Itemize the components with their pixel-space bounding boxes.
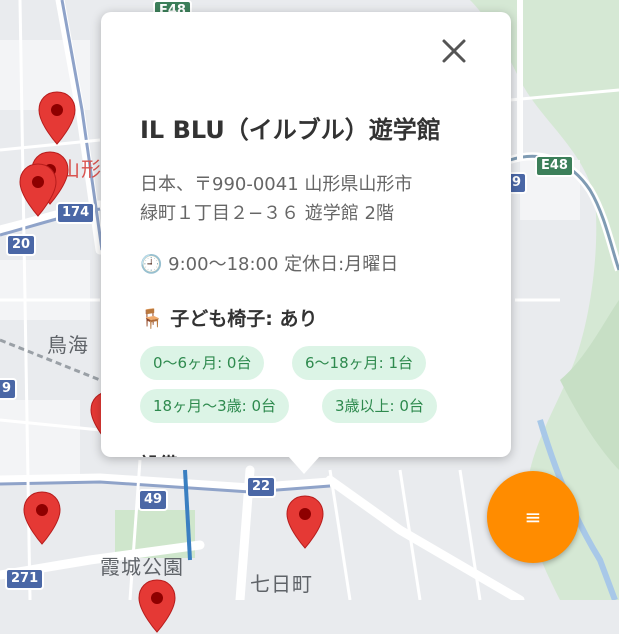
info-popup: IL BLU（イルブル）遊学館 日本、〒990-0041 山形県山形市 緑町１丁… [101, 12, 511, 457]
map-pin[interactable] [137, 578, 177, 634]
chair-chip-18m-3y: 18ヶ月〜3歳: 0台 [140, 389, 289, 423]
map-pin-selected[interactable] [285, 494, 325, 550]
chair-chip-3y-plus: 3歳以上: 0台 [322, 389, 437, 423]
clock-icon: 🕘 [140, 254, 163, 275]
menu-fab-button[interactable]: ≡ [487, 471, 579, 563]
close-icon[interactable] [437, 34, 471, 68]
road-badge-e48-right: E48 [535, 155, 574, 177]
menu-icon: ≡ [524, 505, 542, 529]
road-badge-22: 22 [246, 476, 277, 498]
map-pin[interactable] [18, 162, 58, 218]
place-title: IL BLU（イルブル）遊学館 [140, 116, 441, 144]
chair-chip-6-18m: 6〜18ヶ月: 1台 [292, 346, 426, 380]
map-pin[interactable] [22, 490, 62, 546]
road-badge-271: 271 [5, 568, 45, 590]
child-chair-label: 子ども椅子: あり [170, 308, 318, 330]
facilities-heading-cut: 設備 [140, 450, 178, 457]
popup-pointer [288, 456, 320, 474]
map-label-kajo-park: 霞城公園 [100, 555, 184, 579]
map-pin[interactable] [37, 90, 77, 146]
chair-chip-0-6m: 0〜6ヶ月: 0台 [140, 346, 265, 380]
hours-text: 9:00〜18:00 定休日:月曜日 [168, 254, 399, 275]
map-label-chokai: 鳥海 [47, 333, 89, 357]
opening-hours: 🕘 9:00〜18:00 定休日:月曜日 [140, 250, 398, 276]
address-line-2: 緑町１丁目２−３６ 遊学館 2階 [140, 203, 394, 224]
child-chair-heading: 🪑 子ども椅子: あり [140, 304, 318, 331]
place-address: 日本、〒990-0041 山形県山形市 緑町１丁目２−３６ 遊学館 2階 [140, 170, 480, 228]
road-badge-9-left: 9 [0, 378, 18, 400]
road-badge-20: 20 [6, 234, 37, 256]
address-line-1: 日本、〒990-0041 山形県山形市 [140, 174, 413, 195]
chair-icon: 🪑 [140, 308, 164, 330]
map-label-nanokamachi: 七日町 [250, 572, 313, 596]
road-badge-49: 49 [138, 489, 169, 511]
